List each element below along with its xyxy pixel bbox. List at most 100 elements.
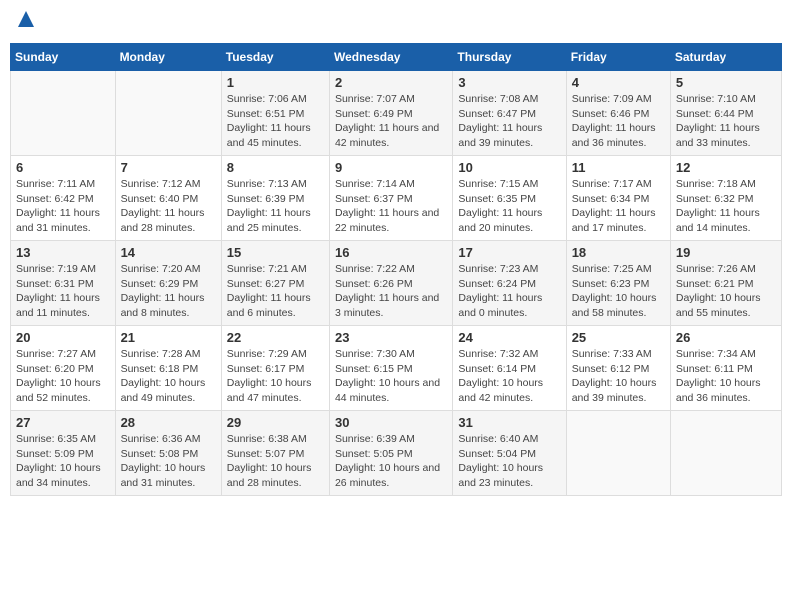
day-number: 7: [121, 160, 216, 175]
calendar-cell: 16Sunrise: 7:22 AM Sunset: 6:26 PM Dayli…: [329, 241, 452, 326]
calendar-cell: [670, 411, 781, 496]
calendar-cell: 20Sunrise: 7:27 AM Sunset: 6:20 PM Dayli…: [11, 326, 116, 411]
day-number: 10: [458, 160, 560, 175]
day-number: 29: [227, 415, 324, 430]
calendar-cell: [115, 71, 221, 156]
calendar-table: SundayMondayTuesdayWednesdayThursdayFrid…: [10, 43, 782, 496]
day-number: 30: [335, 415, 447, 430]
calendar-cell: 25 Sunrise: 7:33 AM Sunset: 6:12 PM Dayli…: [566, 326, 670, 411]
day-info: Sunrise: 7:22 AM Sunset: 6:26 PM Dayligh…: [335, 262, 447, 321]
day-info: Sunrise: 7:10 AM Sunset: 6:44 PM Dayligh…: [676, 92, 776, 151]
page-header: [10, 10, 782, 33]
week-row-1: 1 Sunrise: 7:06 AM Sunset: 6:51 PM Daylig…: [11, 71, 782, 156]
calendar-cell: 2Sunrise: 7:07 AM Sunset: 6:49 PM Daylig…: [329, 71, 452, 156]
day-info: Sunrise: 7:14 AM Sunset: 6:37 PM Dayligh…: [335, 177, 447, 236]
day-info: Sunrise: 7:08 AM Sunset: 6:47 PM Dayligh…: [458, 92, 560, 151]
day-info: Sunrise: 7:29 AM Sunset: 6:17 PM Dayligh…: [227, 347, 324, 406]
day-info: Sunrise: 7:17 AM Sunset: 6:34 PM Dayligh…: [572, 177, 665, 236]
day-number: 17: [458, 245, 560, 260]
day-info: Sunrise: 7:06 AM Sunset: 6:51 PM Dayligh…: [227, 92, 324, 151]
calendar-cell: 17 Sunrise: 7:23 AM Sunset: 6:24 PM Dayli…: [453, 241, 566, 326]
day-number: 4: [572, 75, 665, 90]
day-info: Sunrise: 6:38 AM Sunset: 5:07 PM Dayligh…: [227, 432, 324, 491]
day-info: Sunrise: 7:34 AM Sunset: 6:11 PM Dayligh…: [676, 347, 776, 406]
header-day-monday: Monday: [115, 44, 221, 71]
day-info: Sunrise: 6:36 AM Sunset: 5:08 PM Dayligh…: [121, 432, 216, 491]
calendar-cell: 7 Sunrise: 7:12 AM Sunset: 6:40 PM Daylig…: [115, 156, 221, 241]
day-number: 19: [676, 245, 776, 260]
calendar-cell: 26 Sunrise: 7:34 AM Sunset: 6:11 PM Dayli…: [670, 326, 781, 411]
calendar-cell: 4 Sunrise: 7:09 AM Sunset: 6:46 PM Daylig…: [566, 71, 670, 156]
day-info: Sunrise: 7:33 AM Sunset: 6:12 PM Dayligh…: [572, 347, 665, 406]
day-number: 15: [227, 245, 324, 260]
calendar-cell: 5 Sunrise: 7:10 AM Sunset: 6:44 PM Daylig…: [670, 71, 781, 156]
day-number: 8: [227, 160, 324, 175]
day-info: Sunrise: 7:26 AM Sunset: 6:21 PM Dayligh…: [676, 262, 776, 321]
calendar-cell: 12 Sunrise: 7:18 AM Sunset: 6:32 PM Dayli…: [670, 156, 781, 241]
header-day-friday: Friday: [566, 44, 670, 71]
day-info: Sunrise: 7:13 AM Sunset: 6:39 PM Dayligh…: [227, 177, 324, 236]
day-number: 23: [335, 330, 447, 345]
calendar-cell: 14Sunrise: 7:20 AM Sunset: 6:29 PM Dayli…: [115, 241, 221, 326]
day-number: 2: [335, 75, 447, 90]
header-day-wednesday: Wednesday: [329, 44, 452, 71]
day-number: 13: [16, 245, 110, 260]
day-info: Sunrise: 7:25 AM Sunset: 6:23 PM Dayligh…: [572, 262, 665, 321]
day-info: Sunrise: 7:12 AM Sunset: 6:40 PM Dayligh…: [121, 177, 216, 236]
calendar-body: 1 Sunrise: 7:06 AM Sunset: 6:51 PM Daylig…: [11, 71, 782, 496]
day-number: 27: [16, 415, 110, 430]
logo: [15, 10, 35, 33]
header-day-tuesday: Tuesday: [221, 44, 329, 71]
calendar-cell: 24 Sunrise: 7:32 AM Sunset: 6:14 PM Dayli…: [453, 326, 566, 411]
day-number: 1: [227, 75, 324, 90]
day-number: 14: [121, 245, 216, 260]
calendar-cell: 15 Sunrise: 7:21 AM Sunset: 6:27 PM Dayli…: [221, 241, 329, 326]
week-row-2: 6Sunrise: 7:11 AM Sunset: 6:42 PM Daylig…: [11, 156, 782, 241]
header-row: SundayMondayTuesdayWednesdayThursdayFrid…: [11, 44, 782, 71]
calendar-cell: [11, 71, 116, 156]
calendar-cell: 18Sunrise: 7:25 AM Sunset: 6:23 PM Dayli…: [566, 241, 670, 326]
calendar-cell: 27 Sunrise: 6:35 AM Sunset: 5:09 PM Dayli…: [11, 411, 116, 496]
day-info: Sunrise: 7:18 AM Sunset: 6:32 PM Dayligh…: [676, 177, 776, 236]
day-info: Sunrise: 7:11 AM Sunset: 6:42 PM Dayligh…: [16, 177, 110, 236]
logo-triangle-icon: [17, 10, 35, 33]
day-info: Sunrise: 6:40 AM Sunset: 5:04 PM Dayligh…: [458, 432, 560, 491]
calendar-cell: 29 Sunrise: 6:38 AM Sunset: 5:07 PM Dayli…: [221, 411, 329, 496]
day-info: Sunrise: 6:39 AM Sunset: 5:05 PM Dayligh…: [335, 432, 447, 491]
day-info: Sunrise: 7:30 AM Sunset: 6:15 PM Dayligh…: [335, 347, 447, 406]
day-number: 28: [121, 415, 216, 430]
calendar-cell: 22Sunrise: 7:29 AM Sunset: 6:17 PM Dayli…: [221, 326, 329, 411]
calendar-cell: 1 Sunrise: 7:06 AM Sunset: 6:51 PM Daylig…: [221, 71, 329, 156]
day-number: 5: [676, 75, 776, 90]
day-info: Sunrise: 6:35 AM Sunset: 5:09 PM Dayligh…: [16, 432, 110, 491]
calendar-cell: 3 Sunrise: 7:08 AM Sunset: 6:47 PM Daylig…: [453, 71, 566, 156]
day-number: 25: [572, 330, 665, 345]
day-info: Sunrise: 7:21 AM Sunset: 6:27 PM Dayligh…: [227, 262, 324, 321]
day-number: 24: [458, 330, 560, 345]
day-info: Sunrise: 7:09 AM Sunset: 6:46 PM Dayligh…: [572, 92, 665, 151]
day-info: Sunrise: 7:23 AM Sunset: 6:24 PM Dayligh…: [458, 262, 560, 321]
day-number: 12: [676, 160, 776, 175]
calendar-cell: 11Sunrise: 7:17 AM Sunset: 6:34 PM Dayli…: [566, 156, 670, 241]
day-number: 21: [121, 330, 216, 345]
week-row-4: 20Sunrise: 7:27 AM Sunset: 6:20 PM Dayli…: [11, 326, 782, 411]
calendar-cell: 13 Sunrise: 7:19 AM Sunset: 6:31 PM Dayli…: [11, 241, 116, 326]
week-row-5: 27 Sunrise: 6:35 AM Sunset: 5:09 PM Dayli…: [11, 411, 782, 496]
day-info: Sunrise: 7:19 AM Sunset: 6:31 PM Dayligh…: [16, 262, 110, 321]
day-number: 9: [335, 160, 447, 175]
calendar-cell: 28 Sunrise: 6:36 AM Sunset: 5:08 PM Dayli…: [115, 411, 221, 496]
calendar-header: SundayMondayTuesdayWednesdayThursdayFrid…: [11, 44, 782, 71]
calendar-cell: 19 Sunrise: 7:26 AM Sunset: 6:21 PM Dayli…: [670, 241, 781, 326]
calendar-cell: 8 Sunrise: 7:13 AM Sunset: 6:39 PM Daylig…: [221, 156, 329, 241]
calendar-cell: 23 Sunrise: 7:30 AM Sunset: 6:15 PM Dayli…: [329, 326, 452, 411]
day-number: 3: [458, 75, 560, 90]
day-number: 20: [16, 330, 110, 345]
calendar-cell: 30 Sunrise: 6:39 AM Sunset: 5:05 PM Dayli…: [329, 411, 452, 496]
calendar-cell: 10 Sunrise: 7:15 AM Sunset: 6:35 PM Dayli…: [453, 156, 566, 241]
day-number: 31: [458, 415, 560, 430]
header-day-sunday: Sunday: [11, 44, 116, 71]
day-info: Sunrise: 7:15 AM Sunset: 6:35 PM Dayligh…: [458, 177, 560, 236]
day-info: Sunrise: 7:32 AM Sunset: 6:14 PM Dayligh…: [458, 347, 560, 406]
day-number: 26: [676, 330, 776, 345]
calendar-cell: 21Sunrise: 7:28 AM Sunset: 6:18 PM Dayli…: [115, 326, 221, 411]
